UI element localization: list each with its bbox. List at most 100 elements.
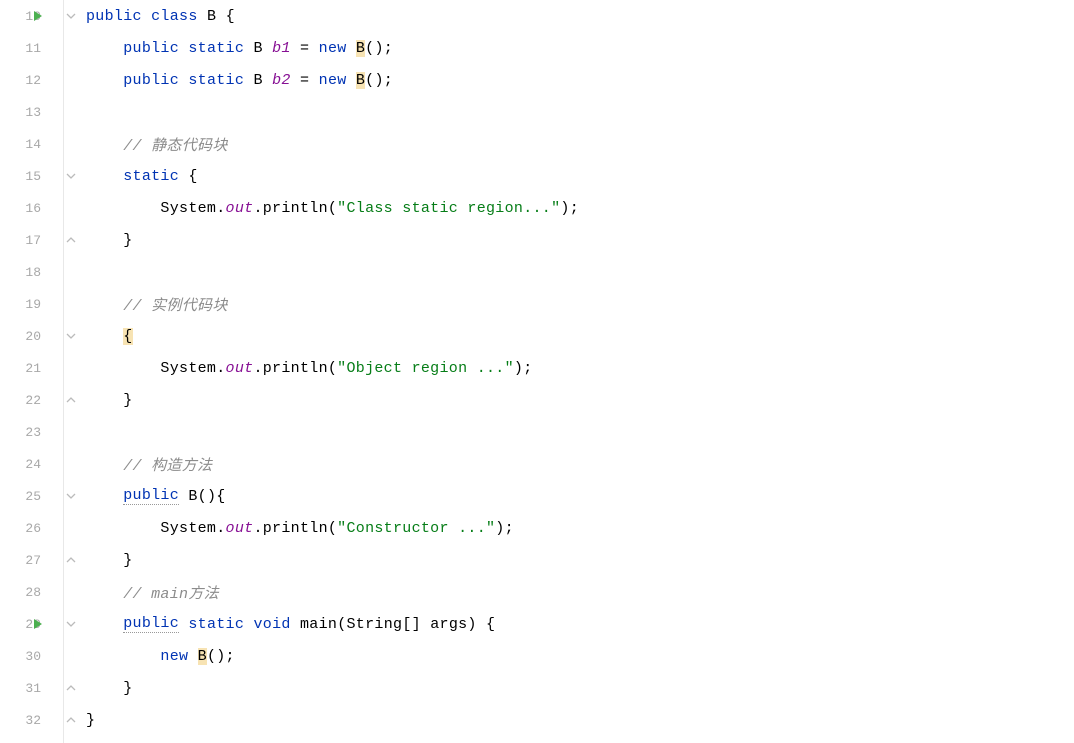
gutter-line[interactable]: 26 <box>0 512 63 544</box>
run-gutter-icon[interactable] <box>32 10 44 22</box>
code-line[interactable] <box>86 96 1074 128</box>
gutter-line[interactable]: 28 <box>0 576 63 608</box>
code-line[interactable]: public class B { <box>86 0 1074 32</box>
code-line[interactable]: // 实例代码块 <box>86 288 1074 320</box>
code-line[interactable] <box>86 416 1074 448</box>
gutter-line[interactable]: 19 <box>0 288 63 320</box>
code-editor[interactable]: public class B { public static B b1 = ne… <box>78 0 1074 743</box>
line-number: 25 <box>19 489 41 504</box>
gutter-line[interactable]: 22 <box>0 384 63 416</box>
code-line[interactable]: } <box>86 672 1074 704</box>
code-line[interactable]: // main方法 <box>86 576 1074 608</box>
fold-icon[interactable] <box>66 331 76 341</box>
class-name: B <box>253 40 262 57</box>
gutter-line[interactable]: 27 <box>0 544 63 576</box>
code-line[interactable]: public static B b1 = new B(); <box>86 32 1074 64</box>
line-number: 21 <box>19 361 41 376</box>
code-line[interactable] <box>86 256 1074 288</box>
code-line[interactable]: static { <box>86 160 1074 192</box>
code-line[interactable]: } <box>86 224 1074 256</box>
code-line[interactable]: } <box>86 704 1074 736</box>
comment: // 实例代码块 <box>123 294 227 315</box>
keyword: public <box>86 8 142 25</box>
fold-icon[interactable] <box>66 491 76 501</box>
identifier: } <box>123 232 132 249</box>
line-number: 20 <box>19 329 41 344</box>
code-line[interactable]: // 静态代码块 <box>86 128 1074 160</box>
keyword: static <box>188 616 244 633</box>
identifier: . <box>216 520 225 537</box>
gutter-line[interactable]: 31 <box>0 672 63 704</box>
code-line[interactable]: // 构造方法 <box>86 448 1074 480</box>
code-line[interactable]: public static void main(String[] args) { <box>86 608 1074 640</box>
fold-icon[interactable] <box>66 555 76 565</box>
keyword: new <box>319 40 347 57</box>
fold-gutter <box>64 0 78 743</box>
gutter-line[interactable]: 21 <box>0 352 63 384</box>
gutter-line[interactable]: 15 <box>0 160 63 192</box>
gutter-line[interactable]: 32 <box>0 704 63 736</box>
field-name: b2 <box>272 72 291 89</box>
gutter-line[interactable]: 18 <box>0 256 63 288</box>
string-literal: "Class static region..." <box>337 200 560 217</box>
line-number: 31 <box>19 681 41 696</box>
identifier: .println( <box>253 520 337 537</box>
gutter-line[interactable]: 13 <box>0 96 63 128</box>
identifier: ); <box>514 360 533 377</box>
string-literal: "Object region ..." <box>337 360 514 377</box>
run-gutter-icon[interactable] <box>32 618 44 630</box>
keyword: public <box>123 615 179 633</box>
string-literal: "Constructor ..." <box>337 520 495 537</box>
code-line[interactable]: } <box>86 384 1074 416</box>
line-number: 11 <box>19 41 41 56</box>
fold-icon[interactable] <box>66 619 76 629</box>
code-line[interactable]: System.out.println("Object region ..."); <box>86 352 1074 384</box>
code-line[interactable]: { <box>86 320 1074 352</box>
gutter-line[interactable]: 11 <box>0 32 63 64</box>
code-line[interactable]: public B(){ <box>86 480 1074 512</box>
gutter-line[interactable]: 14 <box>0 128 63 160</box>
static-field: out <box>226 360 254 377</box>
fold-icon[interactable] <box>66 171 76 181</box>
identifier: = <box>300 72 309 89</box>
gutter-line[interactable]: 17 <box>0 224 63 256</box>
fold-icon[interactable] <box>66 683 76 693</box>
keyword: public <box>123 40 179 57</box>
identifier: main(String[] args) { <box>300 616 495 633</box>
identifier: } <box>86 712 95 729</box>
static-field: out <box>226 200 254 217</box>
code-line[interactable]: public static B b2 = new B(); <box>86 64 1074 96</box>
gutter-line[interactable]: 30 <box>0 640 63 672</box>
keyword: new <box>319 72 347 89</box>
identifier: ); <box>495 520 514 537</box>
fold-icon[interactable] <box>66 395 76 405</box>
code-line[interactable]: System.out.println("Class static region.… <box>86 192 1074 224</box>
class-name: B <box>207 8 216 25</box>
keyword: new <box>160 648 188 665</box>
gutter-line[interactable]: 10 <box>0 0 63 32</box>
identifier: . <box>216 360 225 377</box>
gutter-line[interactable]: 25 <box>0 480 63 512</box>
line-number: 23 <box>19 425 41 440</box>
gutter-line[interactable]: 16 <box>0 192 63 224</box>
fold-icon[interactable] <box>66 715 76 725</box>
code-line[interactable]: new B(); <box>86 640 1074 672</box>
keyword: public <box>123 487 179 505</box>
comment: // 静态代码块 <box>123 134 227 155</box>
gutter-line[interactable]: 12 <box>0 64 63 96</box>
line-number: 19 <box>19 297 41 312</box>
gutter-line[interactable]: 29 <box>0 608 63 640</box>
comment: // 构造方法 <box>123 454 212 475</box>
gutter-line[interactable]: 20 <box>0 320 63 352</box>
fold-icon[interactable] <box>66 235 76 245</box>
fold-icon[interactable] <box>66 11 76 21</box>
gutter-line[interactable]: 24 <box>0 448 63 480</box>
identifier: (); <box>365 40 393 57</box>
gutter-line[interactable]: 23 <box>0 416 63 448</box>
line-number: 16 <box>19 201 41 216</box>
code-line[interactable]: System.out.println("Constructor ..."); <box>86 512 1074 544</box>
code-line[interactable]: } <box>86 544 1074 576</box>
line-number: 18 <box>19 265 41 280</box>
class-name-highlighted: B <box>356 72 365 89</box>
class-name-highlighted: B <box>198 648 207 665</box>
